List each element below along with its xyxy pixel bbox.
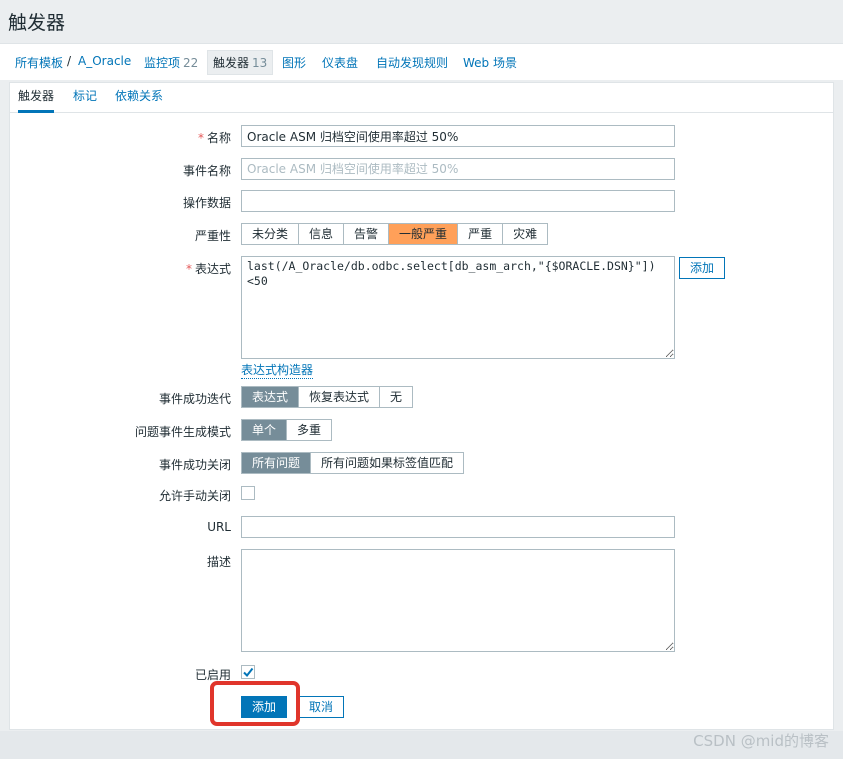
event-name-label: 事件名称 bbox=[182, 164, 231, 178]
tab-trigger[interactable]: 触发器 bbox=[18, 83, 55, 113]
nav-items-label: 监控项 bbox=[144, 56, 181, 70]
severity-warning[interactable]: 告警 bbox=[344, 224, 390, 244]
recovery-mode-label: 事件成功迭代 bbox=[158, 392, 231, 406]
url-label: URL bbox=[207, 520, 231, 534]
ok-close-selector: 所有问题 所有问题如果标签值匹配 bbox=[241, 452, 465, 474]
form-container: 触发器 标记 依赖关系 *名称 事件名称 操作数据 严重性 未分类 信息 告警 … bbox=[9, 82, 834, 730]
enabled-label: 已启用 bbox=[194, 668, 231, 682]
event-name-input[interactable] bbox=[241, 158, 675, 180]
nav-web-scenarios[interactable]: Web 场景 bbox=[463, 54, 517, 71]
description-label: 描述 bbox=[206, 555, 231, 569]
recovery-mode-expression[interactable]: 表达式 bbox=[242, 387, 300, 407]
nav-discovery-rules[interactable]: 自动发现规则 bbox=[376, 54, 448, 71]
opdata-input[interactable] bbox=[241, 190, 675, 212]
problem-mode-multiple[interactable]: 多重 bbox=[287, 420, 331, 440]
breadcrumb-separator: / bbox=[67, 54, 72, 68]
ok-close-label: 事件成功关闭 bbox=[158, 458, 231, 472]
problem-mode-selector: 单个 多重 bbox=[241, 419, 333, 441]
problem-mode-label: 问题事件生成模式 bbox=[134, 425, 231, 439]
name-input[interactable] bbox=[241, 125, 675, 147]
checkmark-icon bbox=[243, 667, 254, 678]
severity-high[interactable]: 严重 bbox=[458, 224, 504, 244]
ok-close-tag-match[interactable]: 所有问题如果标签值匹配 bbox=[311, 453, 463, 473]
severity-information[interactable]: 信息 bbox=[299, 224, 345, 244]
description-textarea[interactable] bbox=[241, 549, 675, 652]
nav-items[interactable]: 监控项 22 bbox=[144, 54, 198, 71]
breadcrumb-template[interactable]: A_Oracle bbox=[78, 54, 131, 68]
url-input[interactable] bbox=[241, 516, 675, 538]
highlight-box bbox=[210, 681, 300, 726]
required-marker: * bbox=[185, 262, 192, 276]
expression-textarea[interactable]: last(/A_Oracle/db.odbc.select[db_asm_arc… bbox=[241, 256, 675, 359]
nav-graphs[interactable]: 图形 bbox=[282, 54, 306, 71]
recovery-mode-selector: 表达式 恢复表达式 无 bbox=[241, 386, 414, 408]
problem-mode-single[interactable]: 单个 bbox=[242, 420, 288, 440]
breadcrumb-all-templates[interactable]: 所有模板 bbox=[15, 54, 63, 71]
severity-label: 严重性 bbox=[194, 229, 231, 243]
breadcrumb-nav: 所有模板 / A_Oracle 监控项 22 触发器 13 图形 仪表盘 自动发现规… bbox=[0, 43, 843, 80]
ok-close-all-problems[interactable]: 所有问题 bbox=[242, 453, 312, 473]
severity-disaster[interactable]: 灾难 bbox=[503, 224, 547, 244]
nav-items-count: 22 bbox=[183, 56, 199, 70]
required-marker: * bbox=[197, 131, 204, 145]
recovery-mode-none[interactable]: 无 bbox=[380, 387, 412, 407]
opdata-label: 操作数据 bbox=[182, 196, 231, 210]
severity-selector: 未分类 信息 告警 一般严重 严重 灾难 bbox=[241, 223, 549, 245]
nav-triggers-label: 触发器 bbox=[213, 56, 250, 70]
form-tabs: 触发器 标记 依赖关系 bbox=[10, 83, 833, 113]
expression-builder-link[interactable]: 表达式构造器 bbox=[241, 361, 314, 379]
severity-average[interactable]: 一般严重 bbox=[389, 224, 459, 244]
nav-triggers[interactable]: 触发器 13 bbox=[207, 50, 274, 75]
name-label: * 名称 bbox=[10, 129, 231, 146]
enabled-checkbox[interactable] bbox=[241, 665, 255, 679]
manual-close-checkbox[interactable] bbox=[241, 486, 255, 500]
name-label-text: 名称 bbox=[206, 131, 231, 145]
page-title: 触发器 bbox=[8, 12, 66, 34]
cancel-button[interactable]: 取消 bbox=[298, 696, 345, 718]
expression-label: * 表达式 bbox=[10, 260, 231, 277]
watermark: CSDN @mid的博客 bbox=[693, 732, 829, 750]
expression-label-text: 表达式 bbox=[194, 262, 231, 276]
nav-dashboards[interactable]: 仪表盘 bbox=[322, 54, 358, 71]
expression-add-button[interactable]: 添加 bbox=[679, 257, 726, 279]
nav-triggers-count: 13 bbox=[252, 56, 268, 70]
tab-dependencies[interactable]: 依赖关系 bbox=[115, 83, 163, 113]
manual-close-label: 允许手动关闭 bbox=[158, 489, 231, 503]
tab-tags[interactable]: 标记 bbox=[73, 83, 97, 113]
recovery-mode-recovery-expression[interactable]: 恢复表达式 bbox=[299, 387, 381, 407]
severity-not-classified[interactable]: 未分类 bbox=[242, 224, 300, 244]
